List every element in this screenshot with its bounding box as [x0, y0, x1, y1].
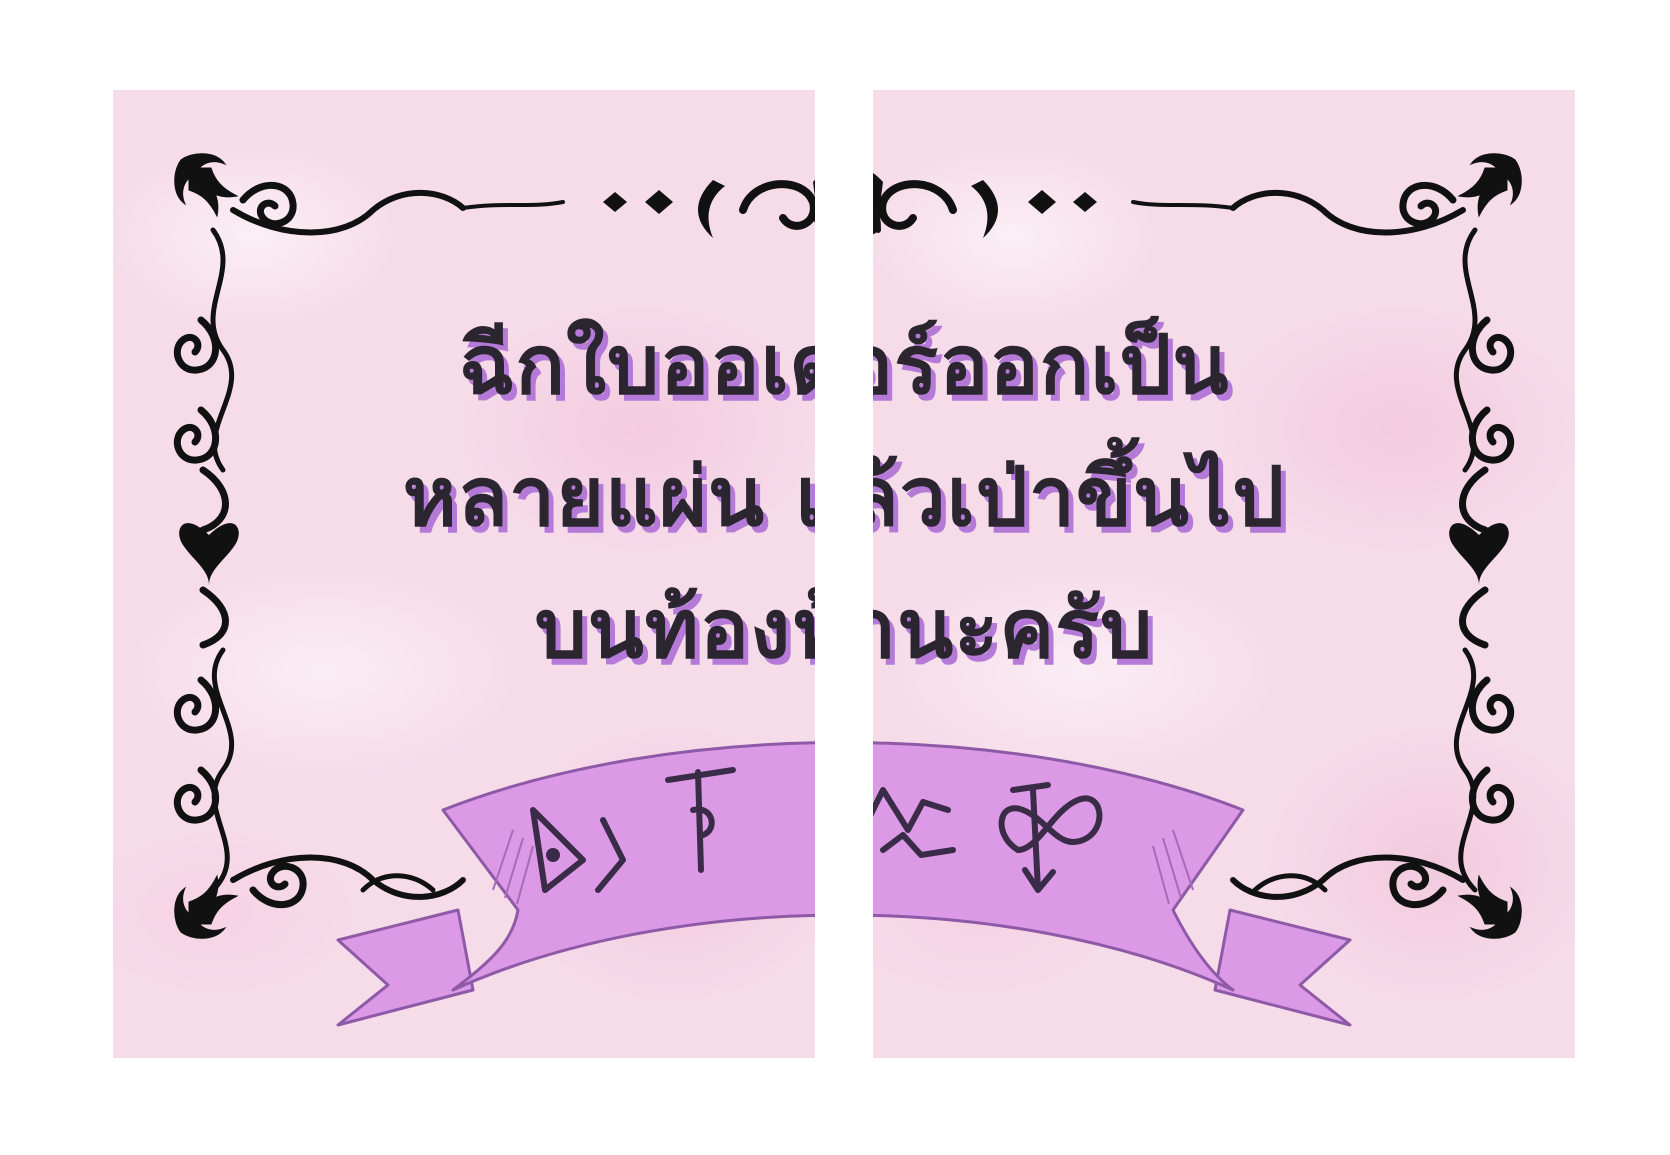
message-line-1: ฉีกใบออเดอร์ออกเป็น — [458, 318, 815, 413]
message-line-2: หลายแผ่น แล้วเป่าขึ้นไป — [402, 450, 815, 545]
card-message: ฉีกใบออเดอร์ออกเป็น หลายแผ่น แล้วเป่าขึ้… — [873, 300, 1575, 696]
card-left-content: ฉีกใบออเดอร์ออกเป็น หลายแผ่น แล้วเป่าขึ้… — [113, 90, 815, 1058]
ribbon-banner-icon — [873, 743, 1350, 1026]
card-message: ฉีกใบออเดอร์ออกเป็น หลายแผ่น แล้วเป่าขึ้… — [113, 300, 815, 696]
card-right-content: ฉีกใบออเดอร์ออกเป็น หลายแผ่น แล้วเป่าขึ้… — [873, 90, 1575, 1058]
message-line-3: บนท้องฟ้านะครับ — [534, 582, 815, 677]
torn-card-scene: ฉีกใบออเดอร์ออกเป็น หลายแผ่น แล้วเป่าขึ้… — [0, 0, 1670, 1155]
torn-card-right-half: ฉีกใบออเดอร์ออกเป็น หลายแผ่น แล้วเป่าขึ้… — [873, 90, 1575, 1058]
ribbon-banner-icon — [338, 743, 815, 1026]
message-line-2: หลายแผ่น แล้วเป่าขึ้นไป — [873, 450, 1286, 545]
torn-card-left-half: ฉีกใบออเดอร์ออกเป็น หลายแผ่น แล้วเป่าขึ้… — [113, 90, 815, 1058]
message-line-1: ฉีกใบออเดอร์ออกเป็น — [873, 318, 1230, 413]
message-line-3: บนท้องฟ้านะครับ — [873, 582, 1154, 677]
